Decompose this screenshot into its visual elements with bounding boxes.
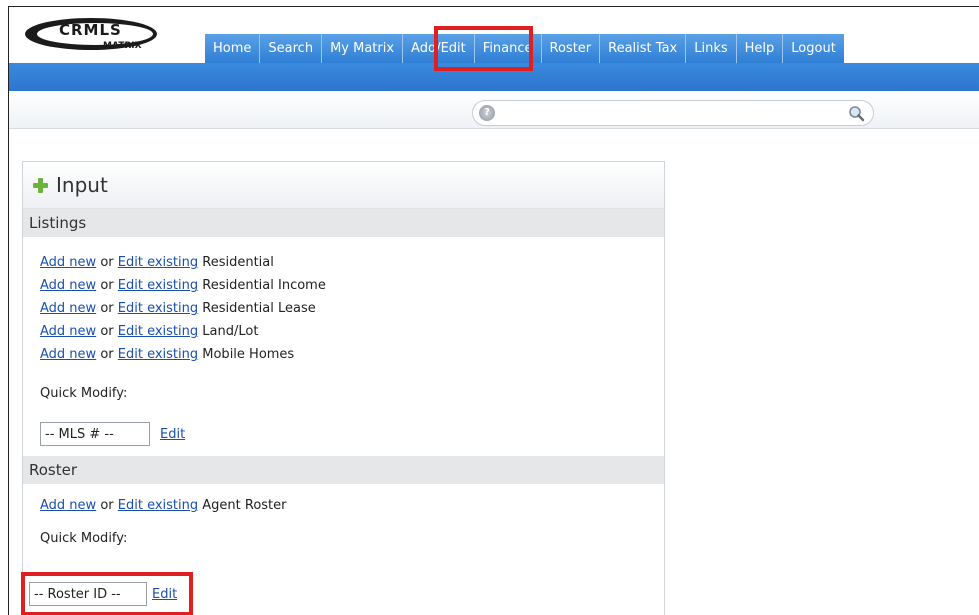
- input-panel: Input Listings Add new or Edit existing …: [22, 161, 665, 615]
- plus-icon: [33, 177, 48, 193]
- or-text: or: [100, 324, 114, 339]
- edit-existing-link[interactable]: Edit existing: [118, 347, 198, 362]
- listing-type: Residential Income: [202, 278, 326, 293]
- add-new-link[interactable]: Add new: [40, 347, 96, 362]
- panel-title: Input: [56, 173, 108, 197]
- listing-type: Land/Lot: [202, 324, 259, 339]
- listing-row-residential-income: Add new or Edit existing Residential Inc…: [40, 274, 664, 297]
- svg-text:MATRIX: MATRIX: [103, 41, 142, 51]
- or-text: or: [100, 347, 114, 362]
- nav-realist-tax[interactable]: Realist Tax: [599, 34, 686, 63]
- nav-search[interactable]: Search: [259, 34, 322, 63]
- edit-existing-link[interactable]: Edit existing: [118, 255, 198, 270]
- quick-modify-label: Quick Modify:: [40, 531, 128, 546]
- nav-logout[interactable]: Logout: [782, 34, 844, 63]
- search-input[interactable]: [501, 104, 841, 122]
- add-new-link[interactable]: Add new: [40, 255, 96, 270]
- roster-row-agent: Add new or Edit existing Agent Roster: [40, 494, 664, 517]
- listings-heading: Listings: [23, 209, 664, 237]
- nav-home[interactable]: Home: [205, 34, 260, 63]
- search-icon[interactable]: [848, 105, 865, 122]
- or-text: or: [100, 301, 114, 316]
- roster-heading: Roster: [23, 456, 664, 484]
- listing-row-mobile-homes: Add new or Edit existing Mobile Homes: [40, 343, 664, 366]
- listing-row-residential: Add new or Edit existing Residential: [40, 251, 664, 274]
- quick-modify-label: Quick Modify:: [40, 386, 128, 401]
- edit-existing-link[interactable]: Edit existing: [118, 498, 198, 513]
- help-icon[interactable]: ?: [479, 105, 495, 121]
- add-new-link[interactable]: Add new: [40, 498, 96, 513]
- crmls-matrix-logo[interactable]: CRMLS MATRIX: [21, 16, 199, 52]
- panel-header: Input: [23, 162, 664, 209]
- mls-quick-modify-row: Edit: [40, 422, 664, 446]
- mls-number-input[interactable]: [40, 422, 150, 446]
- listing-row-land-lot: Add new or Edit existing Land/Lot: [40, 320, 664, 343]
- search-box: ?: [472, 100, 874, 126]
- add-new-link[interactable]: Add new: [40, 324, 96, 339]
- roster-section: Add new or Edit existing Agent Roster Qu…: [23, 484, 664, 549]
- or-text: or: [100, 498, 114, 513]
- highlight-roster-quick-modify: [21, 572, 193, 615]
- nav-help[interactable]: Help: [735, 34, 783, 63]
- mls-edit-link[interactable]: Edit: [160, 427, 185, 442]
- listings-section: Add new or Edit existing Residential Add…: [23, 237, 664, 446]
- logo-brand: CRMLS: [59, 21, 122, 39]
- edit-existing-link[interactable]: Edit existing: [118, 301, 198, 316]
- app-window: CRMLS MATRIX Home Search My Matrix Add/E…: [8, 6, 979, 615]
- edit-existing-link[interactable]: Edit existing: [118, 278, 198, 293]
- or-text: or: [100, 255, 114, 270]
- nav-links[interactable]: Links: [685, 34, 736, 63]
- listing-type: Residential: [202, 255, 274, 270]
- nav-roster[interactable]: Roster: [540, 34, 600, 63]
- or-text: or: [100, 278, 114, 293]
- add-new-link[interactable]: Add new: [40, 278, 96, 293]
- edit-existing-link[interactable]: Edit existing: [118, 324, 198, 339]
- svg-text:CRMLS: CRMLS: [59, 21, 122, 39]
- search-row: ?: [9, 91, 979, 129]
- listing-row-residential-lease: Add new or Edit existing Residential Lea…: [40, 297, 664, 320]
- highlight-add-edit: [434, 26, 533, 71]
- listing-type: Mobile Homes: [202, 347, 295, 362]
- logo-product: MATRIX: [103, 41, 142, 51]
- listing-type: Residential Lease: [202, 301, 316, 316]
- nav-my-matrix[interactable]: My Matrix: [321, 34, 403, 63]
- add-new-link[interactable]: Add new: [40, 301, 96, 316]
- roster-type: Agent Roster: [202, 498, 287, 513]
